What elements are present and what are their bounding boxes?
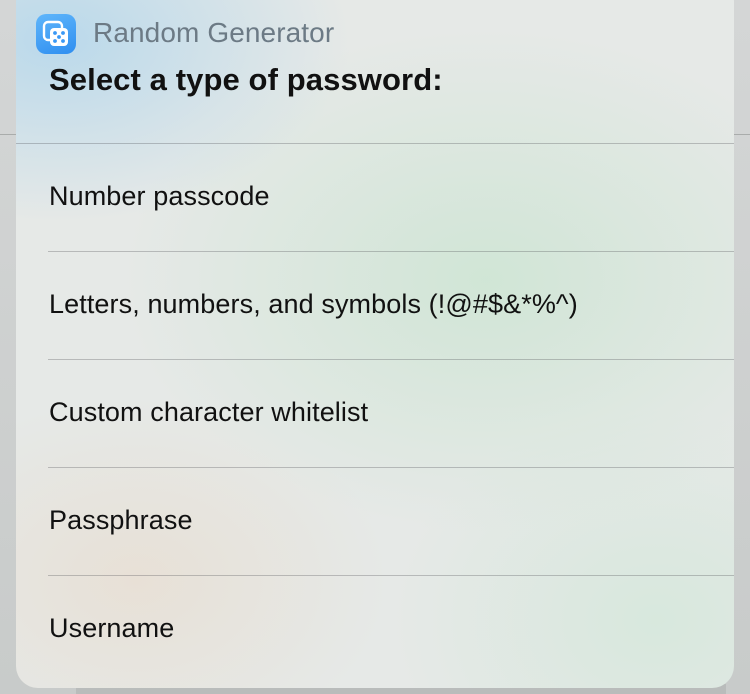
option-label: Number passcode	[49, 181, 270, 211]
option-letters-numbers-symbols[interactable]: Letters, numbers, and symbols (!@#$&*%^)	[16, 252, 734, 360]
option-username[interactable]: Username	[16, 576, 734, 684]
option-label: Custom character whitelist	[49, 397, 369, 427]
option-label: Passphrase	[49, 505, 193, 535]
option-label: Letters, numbers, and symbols (!@#$&*%^)	[49, 289, 578, 319]
option-custom-character-whitelist[interactable]: Custom character whitelist	[16, 360, 734, 468]
dice-icon	[36, 14, 76, 54]
option-label: Username	[49, 613, 175, 643]
choose-from-menu-sheet: Random Generator Select a type of passwo…	[16, 0, 734, 688]
menu-prompt-title: Select a type of password:	[49, 62, 443, 97]
options-list: Number passcode Letters, numbers, and sy…	[16, 144, 734, 684]
option-number-passcode[interactable]: Number passcode	[16, 144, 734, 252]
app-name: Random Generator	[93, 17, 335, 48]
sheet-header: Random Generator Select a type of passwo…	[16, 0, 734, 124]
option-passphrase[interactable]: Passphrase	[16, 468, 734, 576]
